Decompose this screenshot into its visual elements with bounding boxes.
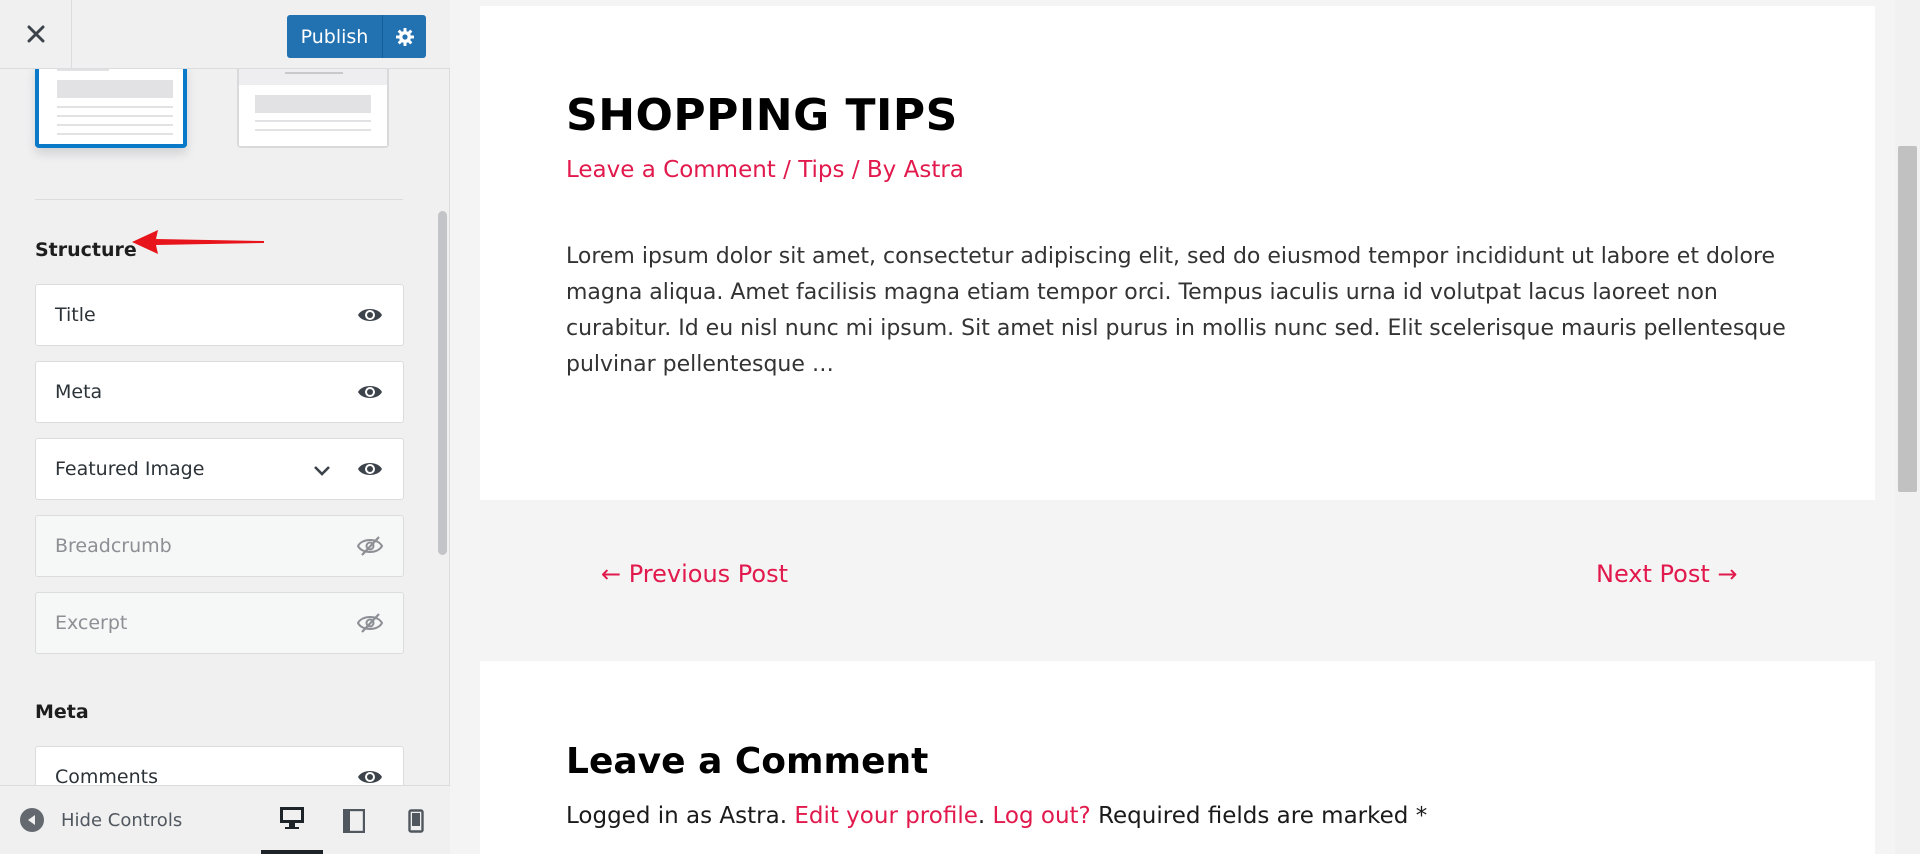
structure-item-meta[interactable]: Meta <box>35 361 404 423</box>
close-icon <box>27 25 44 43</box>
logout-link[interactable]: Log out? <box>992 803 1090 829</box>
sidebar-panel: Structure Title Meta Featured Image Brea… <box>0 69 450 785</box>
chevron-down-icon[interactable] <box>311 459 333 481</box>
structure-item-label: Excerpt <box>55 612 128 634</box>
comment-card: Leave a Comment Logged in as Astra. Edit… <box>480 661 1875 854</box>
preview-scrollbar[interactable] <box>1895 0 1920 854</box>
visibility-icon[interactable] <box>357 766 383 785</box>
section-divider <box>35 199 403 200</box>
author-link[interactable]: Astra <box>904 157 964 183</box>
next-post-link[interactable]: Next Post → <box>1596 560 1738 588</box>
post-meta: Leave a Comment / Tips / By Astra <box>566 157 964 183</box>
logged-in-notice: Logged in as Astra. Edit your profile. L… <box>566 803 1427 829</box>
sidebar-footer: Hide Controls <box>0 785 450 854</box>
previous-post-link[interactable]: ← Previous Post <box>601 560 788 588</box>
collapse-arrow-icon <box>20 808 44 832</box>
visibility-hidden-icon[interactable] <box>357 535 383 557</box>
device-tablet-button[interactable] <box>323 786 385 854</box>
meta-separator: / <box>775 157 799 183</box>
structure-item-label: Title <box>55 304 96 326</box>
layout-option-2[interactable] <box>237 69 389 148</box>
structure-item-label: Meta <box>55 381 103 403</box>
publish-group: Publish <box>287 15 426 58</box>
device-desktop-button[interactable] <box>261 786 323 854</box>
red-arrow-annotation <box>132 230 264 254</box>
hide-controls-label: Hide Controls <box>61 809 183 831</box>
structure-item-label: Breadcrumb <box>55 535 172 557</box>
post-title[interactable]: SHOPPING TIPS <box>566 90 958 141</box>
separator-dot: . <box>977 803 993 829</box>
meta-section-title: Meta <box>35 701 89 723</box>
post-excerpt: Lorem ipsum dolor sit amet, consectetur … <box>566 244 1786 377</box>
meta-item-comments[interactable]: Comments <box>35 746 404 785</box>
meta-by-separator: / By <box>844 157 904 183</box>
category-link[interactable]: Tips <box>798 157 844 183</box>
visibility-icon[interactable] <box>357 304 383 326</box>
gear-icon <box>395 27 414 46</box>
hide-controls-button[interactable]: Hide Controls <box>20 808 182 832</box>
structure-item-title[interactable]: Title <box>35 284 404 346</box>
meta-item-label: Comments <box>55 766 158 785</box>
publish-button[interactable]: Publish <box>287 15 383 58</box>
device-mobile-button[interactable] <box>385 786 447 854</box>
sidebar-header: Publish <box>0 0 450 69</box>
customizer-sidebar: Publish Structure Title Meta Featured Im… <box>0 0 450 854</box>
visibility-hidden-icon[interactable] <box>357 612 383 634</box>
publish-settings-button[interactable] <box>383 15 426 58</box>
comment-link[interactable]: Leave a Comment <box>566 157 776 183</box>
structure-item-excerpt[interactable]: Excerpt <box>35 592 404 654</box>
structure-item-breadcrumb[interactable]: Breadcrumb <box>35 515 404 577</box>
required-fields-text: Required fields are marked * <box>1090 803 1428 829</box>
structure-section-title: Structure <box>35 239 137 261</box>
close-customizer-button[interactable] <box>0 0 72 68</box>
structure-item-featured-image[interactable]: Featured Image <box>35 438 404 500</box>
comment-section-title: Leave a Comment <box>566 741 929 782</box>
site-preview: SHOPPING TIPS Leave a Comment / Tips / B… <box>451 0 1920 854</box>
edit-profile-link[interactable]: Edit your profile <box>794 803 978 829</box>
post-card: SHOPPING TIPS Leave a Comment / Tips / B… <box>480 6 1875 500</box>
logged-in-text: Logged in as Astra. <box>566 803 795 829</box>
visibility-icon[interactable] <box>357 458 383 480</box>
tablet-icon <box>343 808 365 833</box>
layout-option-1[interactable] <box>35 69 187 148</box>
structure-item-label: Featured Image <box>55 458 205 480</box>
sidebar-scrollbar[interactable] <box>438 211 447 555</box>
mobile-icon <box>408 808 424 833</box>
desktop-icon <box>280 807 304 829</box>
preview-scrollbar-thumb[interactable] <box>1898 146 1917 492</box>
visibility-icon[interactable] <box>357 381 383 403</box>
